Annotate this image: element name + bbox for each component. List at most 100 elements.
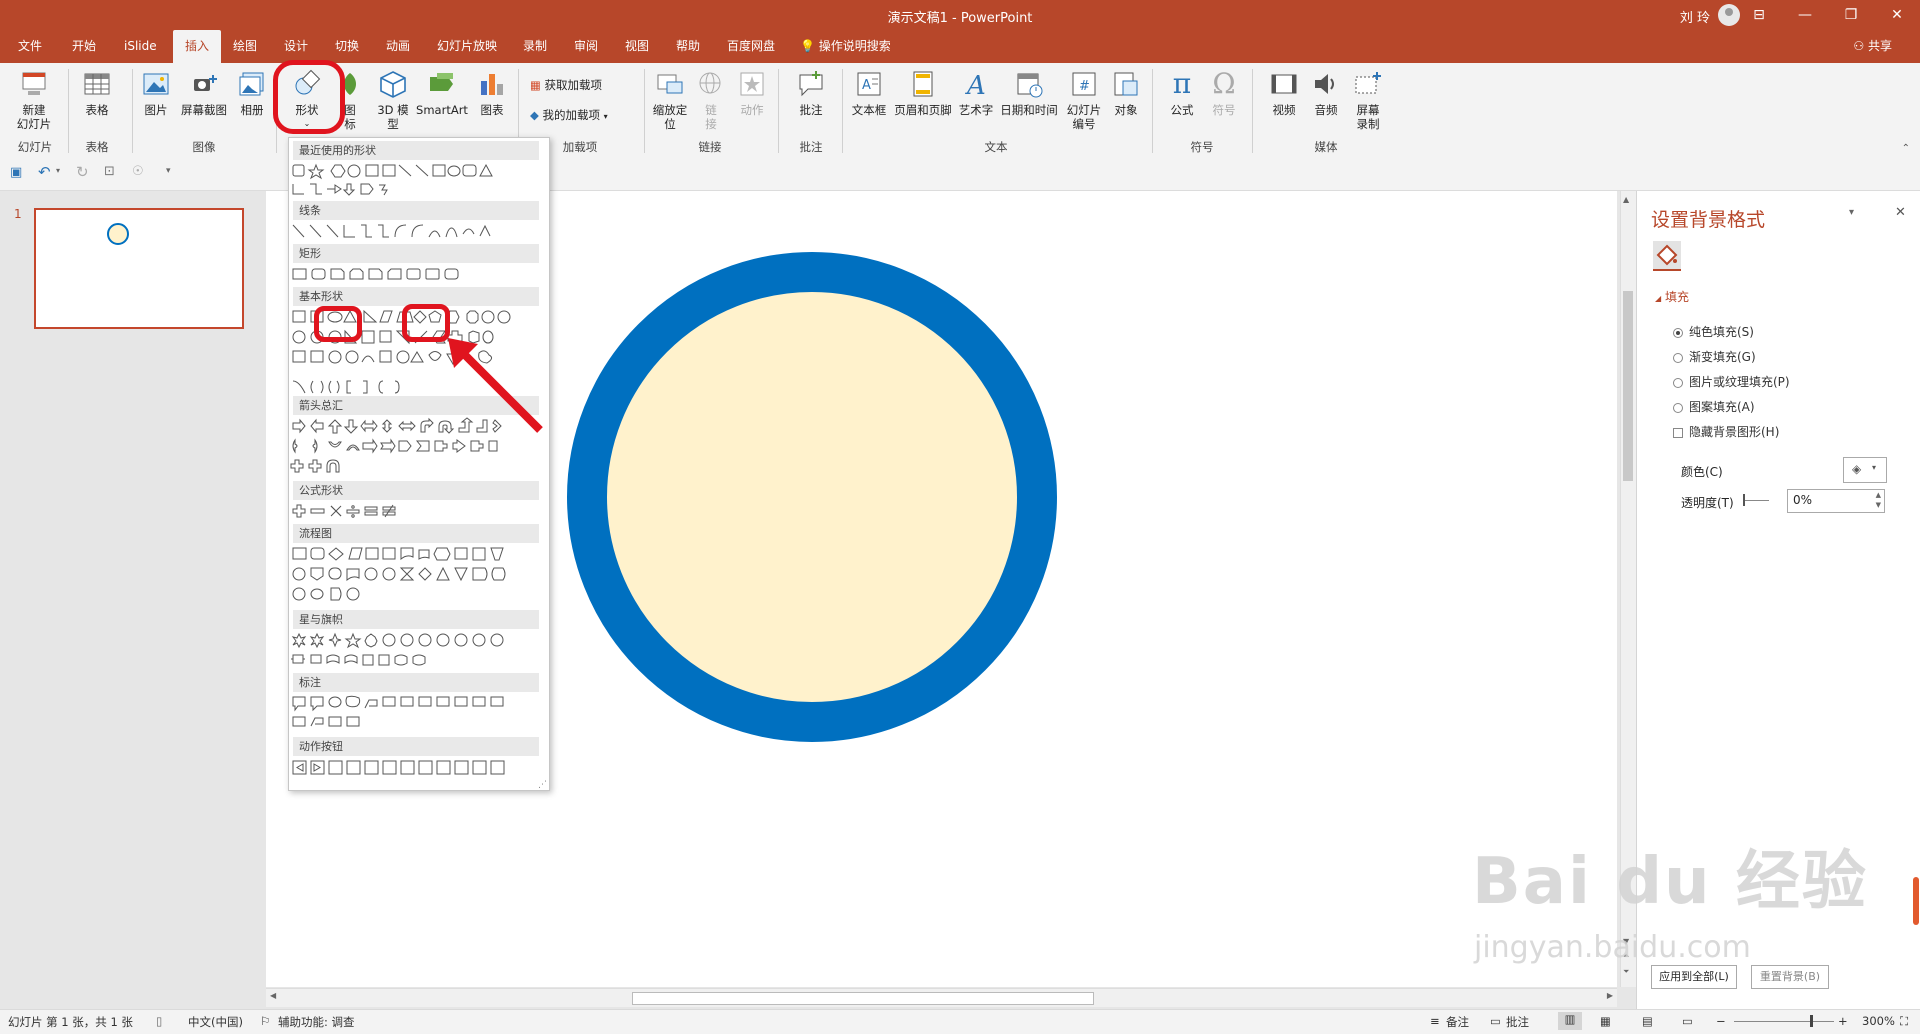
tab-design[interactable]: 设计: [280, 30, 312, 63]
header-footer-button[interactable]: 页眉和页脚: [892, 69, 954, 117]
zoom-button[interactable]: 缩放定 位: [650, 69, 690, 131]
slide-sorter-icon[interactable]: ▦: [1600, 1014, 1611, 1028]
zoom-in-icon[interactable]: +: [1838, 1014, 1848, 1028]
tab-home[interactable]: 开始: [68, 30, 100, 63]
tell-me-search[interactable]: 💡 操作说明搜索: [800, 30, 891, 63]
scrollbar-thumb[interactable]: [632, 992, 1094, 1005]
3d-models-button[interactable]: 3D 模 型: [372, 69, 414, 131]
comments-button[interactable]: 批注: [1506, 1014, 1529, 1030]
stars-banners-grid[interactable]: [289, 631, 535, 671]
hide-background-checkbox[interactable]: 隐藏背景图形(H): [1673, 423, 1779, 440]
slide-thumbnail[interactable]: [34, 208, 244, 329]
tab-animations[interactable]: 动画: [382, 30, 414, 63]
horizontal-scrollbar[interactable]: ◀ ▶: [266, 988, 1617, 1007]
callouts-grid[interactable]: [289, 694, 535, 734]
slideshow-icon[interactable]: ▭: [1682, 1014, 1693, 1028]
touch-mode-icon[interactable]: ☉: [132, 164, 144, 179]
close-button[interactable]: ✕: [1874, 0, 1920, 30]
flowchart-grid[interactable]: [289, 545, 535, 603]
tab-islide[interactable]: iSlide: [120, 30, 161, 63]
accessibility-icon[interactable]: ⚐: [260, 1014, 270, 1028]
spinner-icon[interactable]: ▲ ▼: [1876, 490, 1881, 510]
spell-check-icon[interactable]: ▯: [156, 1014, 162, 1028]
gradient-fill-option[interactable]: 渐变填充(G): [1673, 348, 1756, 365]
scrollbar-thumb[interactable]: [1623, 291, 1633, 481]
ribbon-display-options-icon[interactable]: ⊟: [1736, 0, 1782, 30]
tab-help[interactable]: 帮助: [672, 30, 704, 63]
reading-view-icon[interactable]: ▤: [1642, 1014, 1653, 1028]
user-name[interactable]: 刘 玲: [1680, 7, 1710, 26]
zoom-slider-thumb[interactable]: [1810, 1015, 1813, 1027]
smartart-button[interactable]: SmartArt: [414, 69, 470, 117]
save-icon[interactable]: ▣: [10, 165, 22, 180]
redo-icon[interactable]: ↻: [76, 163, 89, 181]
audio-button[interactable]: 音频: [1306, 69, 1346, 117]
slide-number-button[interactable]: # 幻灯片 编号: [1062, 69, 1106, 131]
lines-row[interactable]: [289, 222, 535, 242]
new-slide-button[interactable]: 新建 幻灯片: [6, 69, 62, 131]
fill-section-header[interactable]: ◢ 填充: [1655, 288, 1689, 305]
scroll-right-icon[interactable]: ▶: [1607, 991, 1613, 1000]
scroll-up-icon[interactable]: ▲: [1623, 195, 1629, 204]
chart-button[interactable]: 图表: [474, 69, 510, 117]
tab-insert[interactable]: 插入: [173, 30, 221, 63]
zoom-slider[interactable]: [1734, 1021, 1834, 1022]
comment-button[interactable]: 批注: [788, 69, 834, 117]
screen-record-button[interactable]: 屏幕 录制: [1348, 69, 1388, 131]
tab-review[interactable]: 审阅: [570, 30, 602, 63]
restore-button[interactable]: ❐: [1828, 0, 1874, 30]
accessibility-status[interactable]: 辅助功能: 调查: [278, 1014, 355, 1030]
undo-icon[interactable]: ↶: [38, 163, 51, 181]
video-button[interactable]: 视频: [1264, 69, 1304, 117]
action-button[interactable]: 动作: [734, 69, 770, 117]
comments-icon[interactable]: ▭: [1490, 1014, 1501, 1028]
get-addins-button[interactable]: ▦ 获取加载项: [530, 77, 602, 93]
object-button[interactable]: 对象: [1108, 69, 1144, 117]
chevron-down-icon[interactable]: ▾: [56, 166, 60, 175]
transparency-slider[interactable]: [1743, 500, 1769, 501]
recent-shapes-row[interactable]: [289, 162, 535, 198]
minimize-button[interactable]: —: [1782, 0, 1828, 30]
notes-icon[interactable]: ≡: [1430, 1014, 1440, 1028]
tab-draw[interactable]: 绘图: [229, 30, 261, 63]
album-button[interactable]: 相册: [234, 69, 270, 117]
transparency-slider-thumb[interactable]: [1743, 494, 1745, 506]
tab-baidu-netdisk[interactable]: 百度网盘: [723, 30, 779, 63]
tab-record[interactable]: 录制: [519, 30, 551, 63]
collapse-ribbon-icon[interactable]: ⌃: [1902, 143, 1910, 154]
present-icon[interactable]: ⊡: [104, 164, 115, 179]
pattern-fill-option[interactable]: 图案填充(A): [1673, 398, 1755, 415]
picture-fill-option[interactable]: 图片或纹理填充(P): [1673, 373, 1790, 390]
pane-options-chevron-icon[interactable]: ▾: [1849, 207, 1854, 218]
customize-qat-icon[interactable]: ▾: [166, 166, 171, 176]
tab-slideshow[interactable]: 幻灯片放映: [433, 30, 501, 63]
notes-button[interactable]: 备注: [1446, 1014, 1469, 1030]
wordart-button[interactable]: A 艺术字: [956, 69, 996, 117]
picture-button[interactable]: 图片: [138, 69, 174, 117]
symbol-button[interactable]: Ω 符号: [1206, 69, 1242, 118]
solid-fill-option[interactable]: 纯色填充(S): [1673, 323, 1754, 340]
my-addins-button[interactable]: ◆ 我的加载项 ▾: [530, 107, 608, 123]
tab-view[interactable]: 视图: [621, 30, 653, 63]
equation-button[interactable]: π 公式: [1162, 69, 1202, 118]
rectangles-row[interactable]: [289, 265, 535, 285]
next-slide-icon[interactable]: ⏷: [1623, 967, 1629, 977]
datetime-button[interactable]: 日期和时间: [998, 69, 1060, 117]
normal-view-icon[interactable]: ▥: [1558, 1012, 1582, 1030]
action-buttons-row[interactable]: [289, 758, 535, 780]
screenshot-button[interactable]: 屏幕截图: [176, 69, 232, 117]
table-button[interactable]: 表格: [74, 69, 120, 117]
transparency-input[interactable]: 0% ▲ ▼: [1787, 489, 1885, 513]
fill-tab[interactable]: [1653, 241, 1681, 271]
tab-file[interactable]: 文件: [14, 30, 46, 63]
pane-scrollbar-thumb[interactable]: [1913, 877, 1919, 925]
equation-shapes-row[interactable]: [289, 502, 535, 522]
scroll-left-icon[interactable]: ◀: [270, 991, 276, 1000]
link-button[interactable]: 链 接: [694, 69, 728, 131]
share-button[interactable]: ⚇ 共享: [1853, 30, 1892, 63]
zoom-out-icon[interactable]: −: [1716, 1014, 1726, 1028]
color-picker-button[interactable]: ◈ ▾: [1843, 457, 1887, 483]
language-indicator[interactable]: 中文(中国): [188, 1014, 243, 1030]
apply-all-button[interactable]: 应用到全部(L): [1651, 965, 1737, 989]
pane-close-icon[interactable]: ✕: [1895, 205, 1906, 220]
